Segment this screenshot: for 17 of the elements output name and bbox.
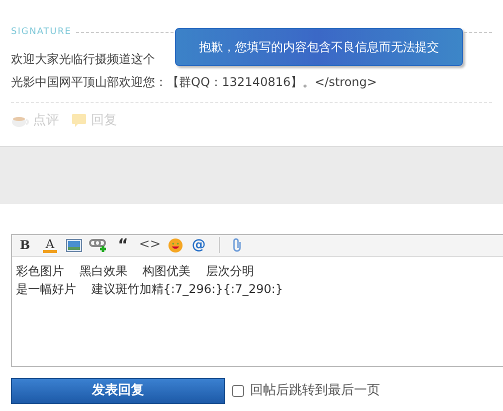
bold-button[interactable]: B (16, 236, 34, 254)
signature-text: 欢迎大家光临行摄频道这个 (11, 50, 155, 68)
jump-option-label: 回帖后跳转到最后一页 (250, 382, 380, 400)
paperclip-icon[interactable] (230, 237, 243, 253)
quote-button[interactable]: “ (114, 236, 132, 254)
submit-reply-button[interactable]: 发表回复 (11, 378, 225, 404)
mention-button[interactable]: @ (190, 236, 208, 254)
image-icon[interactable] (66, 238, 82, 252)
smiley-icon[interactable] (168, 238, 183, 252)
signature-text: 光影中国网平顶山部欢迎您：【群QQ：132140816】。</strong> (11, 74, 377, 90)
link-icon[interactable] (89, 238, 107, 252)
toast-message: 抱歉，您填写的内容包含不良信息而无法提交 (199, 39, 439, 56)
jump-checkbox[interactable] (232, 384, 244, 396)
code-button[interactable]: <> (139, 236, 161, 254)
font-color-button[interactable]: A (41, 236, 59, 254)
speech-bubble-icon (71, 113, 87, 128)
signature-label: SIGNATURE (11, 26, 72, 39)
